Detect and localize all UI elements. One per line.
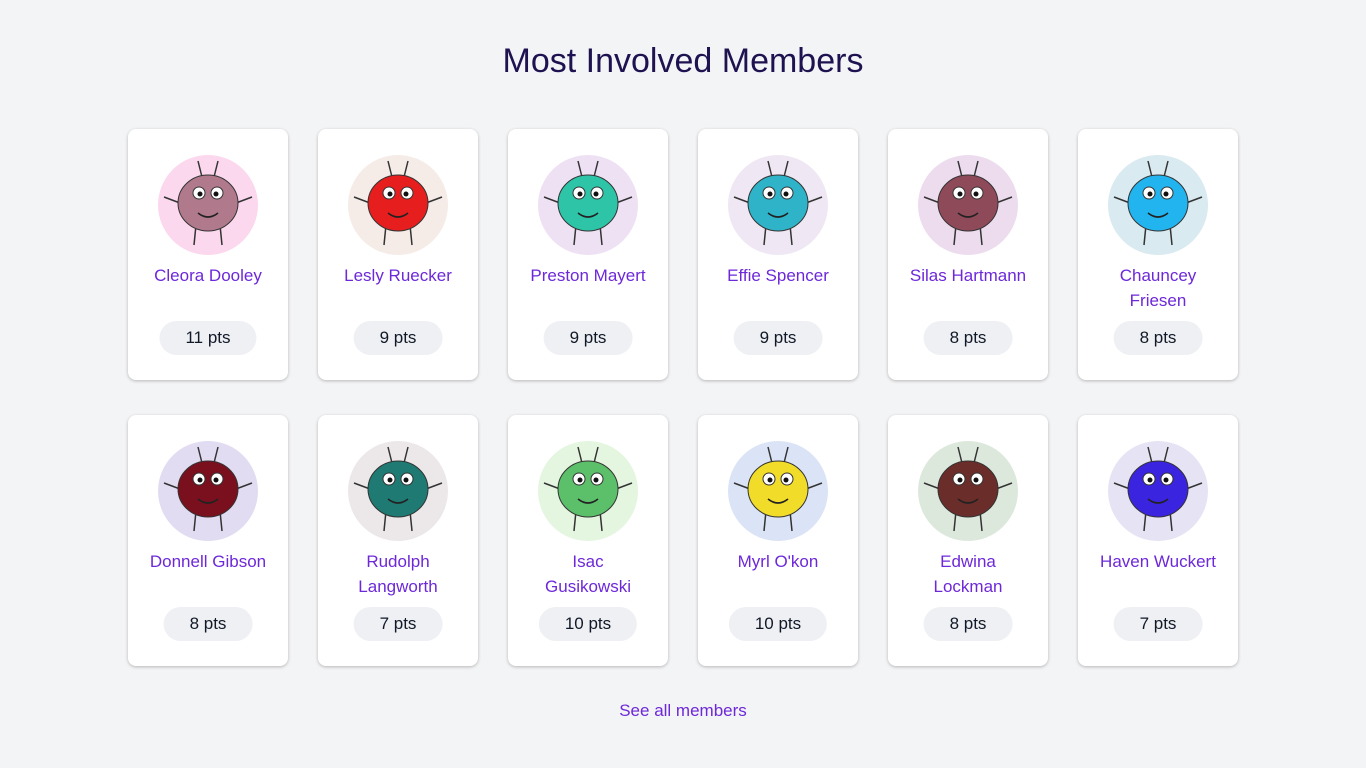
member-card[interactable]: Silas Hartmann 8 pts — [888, 129, 1048, 380]
points-badge: 9 pts — [733, 321, 823, 355]
points-badge: 8 pts — [1113, 321, 1203, 355]
monster-avatar-icon[interactable] — [1108, 155, 1208, 255]
page-title: Most Involved Members — [502, 42, 864, 80]
member-name-link[interactable]: Cleora Dooley — [148, 263, 268, 288]
points-badge: 7 pts — [1113, 607, 1203, 641]
member-name-link[interactable]: Effie Spencer — [718, 263, 838, 288]
monster-avatar-icon[interactable] — [538, 441, 638, 541]
points-badge: 10 pts — [538, 607, 638, 641]
member-name-link[interactable]: Preston Mayert — [528, 263, 648, 288]
member-card[interactable]: Effie Spencer 9 pts — [698, 129, 858, 380]
monster-avatar-icon[interactable] — [158, 441, 258, 541]
member-card[interactable]: Edwina Lockman 8 pts — [888, 415, 1048, 666]
points-badge: 9 pts — [353, 321, 443, 355]
member-card[interactable]: Haven Wuckert 7 pts — [1078, 415, 1238, 666]
points-badge: 8 pts — [163, 607, 253, 641]
monster-avatar-icon[interactable] — [728, 441, 828, 541]
points-badge: 9 pts — [543, 321, 633, 355]
member-card[interactable]: Donnell Gibson 8 pts — [128, 415, 288, 666]
member-name-link[interactable]: Lesly Ruecker — [338, 263, 458, 288]
monster-avatar-icon[interactable] — [158, 155, 258, 255]
member-card[interactable]: Lesly Ruecker 9 pts — [318, 129, 478, 380]
member-name-link[interactable]: Donnell Gibson — [148, 549, 268, 574]
member-name-link[interactable]: Silas Hartmann — [908, 263, 1028, 288]
points-badge: 11 pts — [159, 321, 257, 355]
member-name-link[interactable]: Chauncey Friesen — [1098, 263, 1218, 313]
points-badge: 8 pts — [923, 321, 1013, 355]
points-badge: 10 pts — [728, 607, 828, 641]
member-card[interactable]: Isac Gusikowski 10 pts — [508, 415, 668, 666]
see-all-members-container: See all members — [0, 701, 1366, 721]
member-name-link[interactable]: Isac Gusikowski — [528, 549, 648, 599]
member-card[interactable]: Chauncey Friesen 8 pts — [1078, 129, 1238, 380]
member-name-link[interactable]: Haven Wuckert — [1098, 549, 1218, 574]
points-badge: 7 pts — [353, 607, 443, 641]
member-name-link[interactable]: Myrl O'kon — [718, 549, 838, 574]
member-name-link[interactable]: Edwina Lockman — [908, 549, 1028, 599]
see-all-members-link[interactable]: See all members — [619, 701, 747, 720]
monster-avatar-icon[interactable] — [1108, 441, 1208, 541]
members-grid: Cleora Dooley 11 pts Lesly Ruecker 9 pts… — [128, 129, 1238, 666]
member-card[interactable]: Preston Mayert 9 pts — [508, 129, 668, 380]
monster-avatar-icon[interactable] — [918, 441, 1018, 541]
points-badge: 8 pts — [923, 607, 1013, 641]
monster-avatar-icon[interactable] — [348, 155, 448, 255]
member-name-link[interactable]: Rudolph Langworth — [338, 549, 458, 599]
monster-avatar-icon[interactable] — [728, 155, 828, 255]
member-card[interactable]: Rudolph Langworth 7 pts — [318, 415, 478, 666]
member-card[interactable]: Myrl O'kon 10 pts — [698, 415, 858, 666]
monster-avatar-icon[interactable] — [918, 155, 1018, 255]
monster-avatar-icon[interactable] — [538, 155, 638, 255]
monster-avatar-icon[interactable] — [348, 441, 448, 541]
member-card[interactable]: Cleora Dooley 11 pts — [128, 129, 288, 380]
